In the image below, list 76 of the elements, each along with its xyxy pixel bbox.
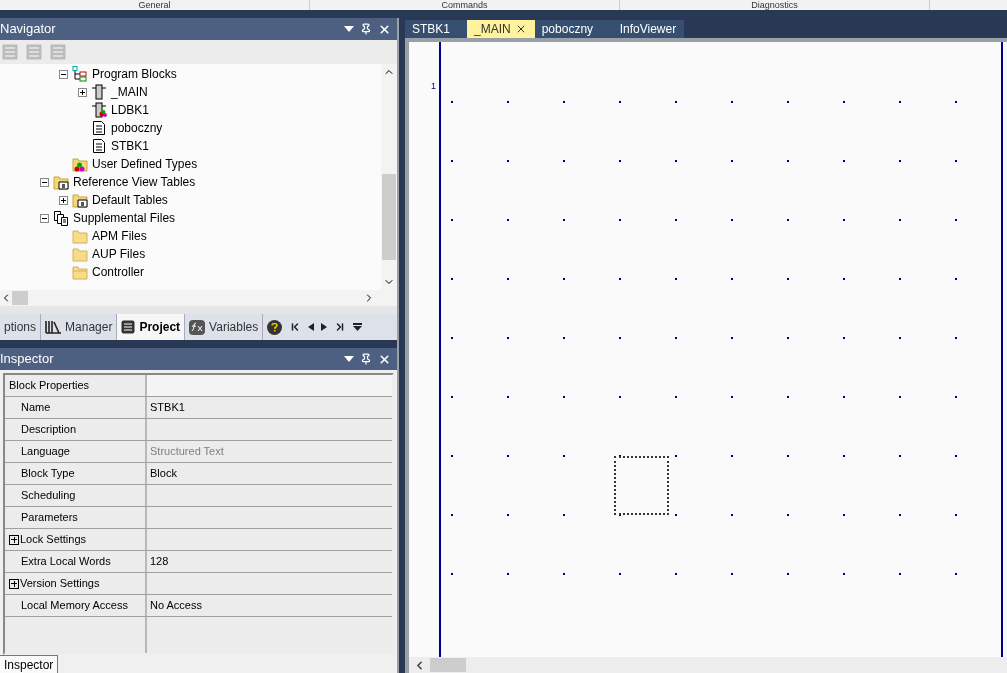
tree-item[interactable]: STBK1 (111, 137, 149, 155)
tree-item[interactable]: Default Tables (92, 191, 168, 209)
property-name: Description (5, 419, 147, 440)
tree-item[interactable]: _MAIN (111, 83, 148, 101)
overflow-icon[interactable] (353, 323, 363, 331)
dropdown-icon[interactable] (344, 356, 354, 362)
close-icon[interactable] (378, 352, 391, 366)
tree-item[interactable]: Supplemental Files (73, 209, 176, 227)
function-icon (189, 319, 206, 335)
property-name: Extra Local Words (5, 551, 147, 572)
property-name: Language (5, 441, 147, 462)
folder-table-icon (72, 192, 88, 208)
expand-toggle[interactable] (9, 578, 19, 589)
help-icon[interactable] (267, 319, 283, 335)
list-icon (121, 320, 136, 334)
scrollbar-thumb[interactable] (12, 291, 28, 305)
files-icon (53, 210, 69, 226)
tree-item[interactable]: poboczny (111, 119, 163, 137)
close-icon[interactable] (378, 22, 391, 36)
property-name: Local Memory Access (5, 595, 147, 616)
vertical-scrollbar[interactable] (381, 64, 397, 290)
panel-title: Navigator (0, 20, 56, 39)
ribbon-group-label: Commands (441, 0, 488, 10)
ladder-block-icon (91, 84, 107, 100)
tree-item[interactable]: Program Blocks (92, 65, 177, 83)
property-value[interactable]: STBK1 (147, 397, 392, 418)
property-name: Lock Settings (5, 529, 147, 550)
horizontal-scrollbar[interactable] (409, 657, 1007, 673)
tree-item[interactable]: Reference View Tables (73, 173, 196, 191)
books-icon (45, 320, 62, 334)
document-tab[interactable]: InfoViewer (612, 20, 685, 38)
expand-toggle[interactable] (9, 534, 19, 545)
folder-icon (72, 228, 88, 244)
panel-tab[interactable]: Project (117, 314, 186, 340)
expand-toggle[interactable] (78, 87, 87, 97)
property-value[interactable]: Structured Text (147, 441, 392, 462)
tree-item[interactable]: APM Files (92, 227, 147, 245)
tree-item[interactable]: Controller (92, 263, 145, 281)
ribbon-group-label: General (138, 0, 171, 10)
collapse-toggle[interactable] (40, 213, 49, 223)
dropdown-icon[interactable] (344, 26, 354, 32)
document-icon (91, 138, 107, 154)
expand-toggle[interactable] (59, 195, 68, 205)
document-icon (91, 120, 107, 136)
collapse-toggle[interactable] (59, 69, 68, 79)
tree-item[interactable]: AUP Files (92, 245, 146, 263)
next-icon[interactable] (321, 323, 328, 331)
folder-table-icon (53, 174, 69, 190)
tree-item[interactable]: LDBK1 (111, 101, 150, 119)
ribbon-group-label: Diagnostics (751, 0, 798, 10)
folder-icon (72, 246, 88, 262)
ladder-block-type-icon (91, 102, 107, 118)
collapse-toggle[interactable] (40, 177, 49, 187)
pin-icon[interactable] (360, 353, 372, 365)
panel-tab[interactable]: Inspector (0, 655, 59, 673)
property-name: Scheduling (5, 485, 147, 506)
panel-title: Inspector (0, 350, 54, 369)
property-value[interactable]: 128 (147, 551, 392, 572)
pin-icon[interactable] (360, 23, 372, 35)
document-tab[interactable]: poboczny (534, 20, 613, 38)
property-name: Block Type (5, 463, 147, 484)
folder-types-icon (72, 156, 88, 172)
property-name: Version Settings (5, 573, 147, 594)
property-name: Name (5, 397, 147, 418)
document-tab[interactable]: STBK1 (405, 20, 467, 38)
selection-cursor (614, 456, 669, 515)
tree-item[interactable]: User Defined Types (92, 155, 198, 173)
property-value[interactable]: Block (147, 463, 392, 484)
folder-icon (72, 264, 88, 280)
document-tab[interactable]: _MAIN (467, 20, 535, 38)
scrollbar-thumb[interactable] (382, 174, 396, 260)
scrollbar-thumb[interactable] (430, 658, 466, 672)
property-name: Parameters (5, 507, 147, 528)
property-value[interactable]: No Access (147, 595, 392, 616)
previous-icon[interactable] (308, 323, 315, 331)
rung-number: 1 (431, 80, 436, 93)
